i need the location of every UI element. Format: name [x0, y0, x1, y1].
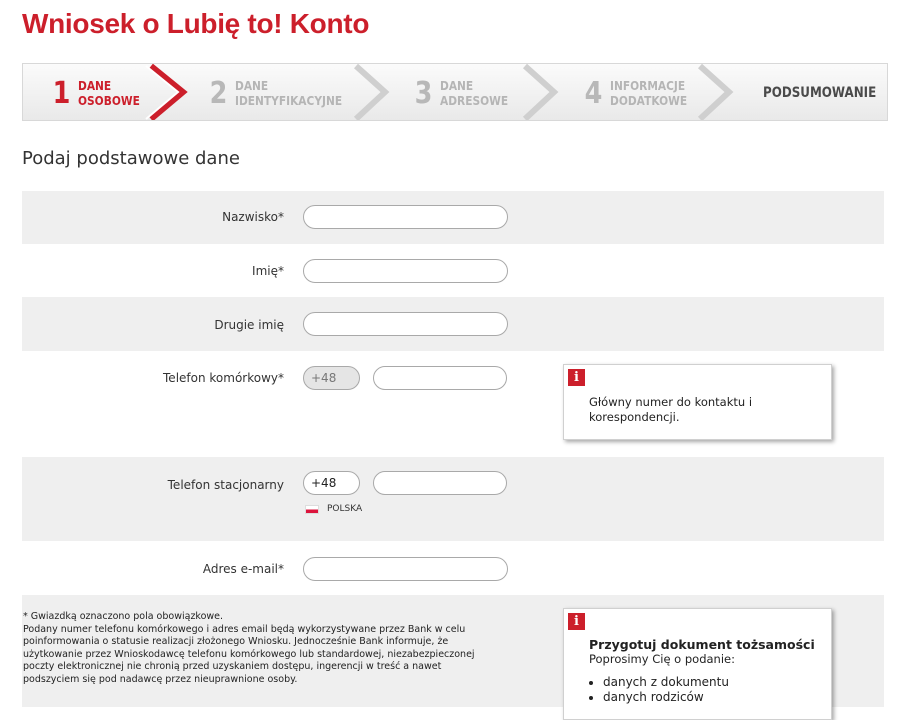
surname-row: Nazwisko* — [22, 191, 884, 244]
surname-label: Nazwisko* — [222, 210, 284, 224]
step-1-personal-data[interactable]: 1 DANE OSOBOWE — [51, 64, 151, 120]
mobile-info-tooltip: i Główny numer do kontaktu i koresponden… — [563, 364, 832, 440]
list-item: danych z dokumentu — [603, 675, 824, 690]
info-icon: i — [568, 613, 585, 630]
step-label: INFORMACJE DODATKOWE — [609, 78, 687, 108]
step-2-identification-data[interactable]: 2 DANE IDENTYFIKACYJNE — [208, 64, 361, 120]
document-info-content: Przygotuj dokument tożsamości Poprosimy … — [589, 637, 824, 705]
step-3-address-data[interactable]: 3 DANE ADRESOWE — [413, 64, 520, 120]
email-row: Adres e-mail* — [22, 541, 884, 595]
step-number: 3 — [414, 75, 433, 111]
mobile-phone-label: Telefon komórkowy* — [163, 371, 284, 385]
list-item: danych rodziców — [603, 690, 824, 705]
second-name-label: Drugie imię — [214, 318, 284, 332]
document-info-subtitle: Poprosimy Cię o podanie: — [589, 652, 735, 666]
chevron-4 — [697, 64, 734, 120]
step-label: DANE IDENTYFIKACYJNE — [234, 78, 343, 108]
first-name-row: Imię* — [22, 244, 884, 297]
first-name-label: Imię* — [252, 264, 284, 278]
first-name-input[interactable] — [303, 259, 508, 283]
landline-number-input[interactable] — [373, 471, 507, 495]
second-name-input[interactable] — [303, 312, 508, 336]
footnote: * Gwiazdką oznaczono pola obowiązkowe. P… — [23, 611, 493, 686]
step-summary[interactable]: PODSUMOWANIE — [763, 64, 887, 120]
step-label: DANE OSOBOWE — [77, 78, 140, 108]
step-label: PODSUMOWANIE — [763, 84, 877, 101]
country-name: POLSKA — [327, 504, 363, 514]
chevron-3 — [522, 64, 559, 120]
landline-row: Telefon stacjonarny +48 POLSKA — [22, 457, 884, 541]
mobile-number-input[interactable] — [373, 366, 507, 390]
step-number: 2 — [209, 75, 228, 111]
required-fields-note: * Gwiazdką oznaczono pola obowiązkowe. — [23, 611, 224, 622]
landline-prefix-select[interactable]: +48 — [303, 471, 360, 495]
mobile-prefix-field: +48 — [303, 366, 360, 390]
step-number: 4 — [584, 75, 603, 111]
document-info-list: danych z dokumentu danych rodziców — [589, 675, 824, 705]
surname-input[interactable] — [303, 205, 508, 229]
document-info-title: Przygotuj dokument tożsamości — [589, 637, 815, 652]
poland-flag-icon — [305, 505, 319, 514]
document-info-box: i Przygotuj dokument tożsamości Poprosim… — [563, 608, 832, 720]
step-4-additional-info[interactable]: 4 INFORMACJE DODATKOWE — [583, 64, 701, 120]
info-icon: i — [568, 369, 585, 386]
email-input[interactable] — [303, 557, 508, 581]
step-label: DANE ADRESOWE — [439, 78, 509, 108]
section-title: Podaj podstawowe dane — [22, 148, 240, 169]
page-title: Wniosek o Lubię to! Konto — [22, 8, 370, 39]
email-label: Adres e-mail* — [202, 562, 284, 576]
progress-stepper: 1 DANE OSOBOWE 2 DANE IDENTYFIKACYJNE 3 DA… — [22, 63, 888, 121]
mobile-info-text: Główny numer do kontaktu i korespondencj… — [589, 395, 753, 424]
landline-label: Telefon stacjonarny — [167, 478, 284, 492]
second-name-row: Drugie imię — [22, 297, 884, 351]
step-number: 1 — [52, 75, 71, 111]
privacy-note: Podany numer telefonu komórkowego i adre… — [23, 623, 475, 685]
